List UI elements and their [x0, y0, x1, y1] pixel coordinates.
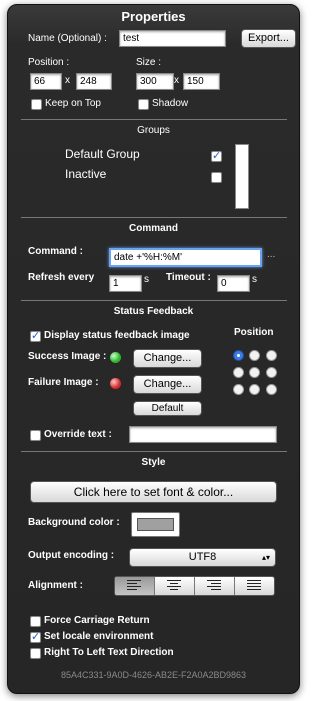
- alignment-segmented-control[interactable]: [114, 576, 275, 596]
- timeout-input[interactable]: 0: [217, 275, 250, 292]
- position-x-input[interactable]: 66: [30, 73, 62, 90]
- background-color-swatch: [137, 518, 174, 531]
- command-header: Command: [129, 223, 178, 234]
- uuid-label: 85A4C331-9A0D-4626-AB2E-F2A0A2BD9863: [60, 670, 247, 680]
- command-label: Command :: [28, 246, 83, 257]
- size-label: Size :: [136, 57, 162, 68]
- align-center-icon[interactable]: [154, 577, 194, 595]
- position-label: Position :: [28, 57, 70, 68]
- command-input[interactable]: date +'%H:%M': [109, 248, 262, 267]
- output-encoding-select[interactable]: UTF8 ▴▾: [129, 548, 276, 567]
- display-status-label: Display status feedback image: [44, 330, 190, 341]
- timeout-label: Timeout :: [166, 272, 211, 283]
- output-encoding-label: Output encoding :: [28, 550, 115, 561]
- window-title: Properties: [121, 9, 186, 24]
- set-locale-checkbox[interactable]: [30, 630, 41, 643]
- position-radio-middle-right[interactable]: [266, 367, 277, 378]
- shadow-checkbox[interactable]: [138, 99, 149, 110]
- size-width-input[interactable]: 300: [136, 73, 174, 90]
- position-radio-bottom-right[interactable]: [266, 384, 277, 395]
- group-item-inactive-label: Inactive: [65, 167, 107, 181]
- divider: [21, 217, 287, 218]
- background-color-well[interactable]: [131, 512, 180, 537]
- default-button[interactable]: Default: [133, 401, 202, 416]
- force-cr-label: Force Carriage Return: [44, 615, 150, 626]
- set-font-color-button[interactable]: Click here to set font & color...: [30, 481, 277, 503]
- groups-scrollbar[interactable]: [235, 144, 249, 209]
- rtl-label: Right To Left Text Direction: [44, 647, 174, 658]
- align-justify-icon[interactable]: [234, 577, 274, 595]
- name-label: Name (Optional) :: [28, 33, 107, 44]
- override-text-input[interactable]: [129, 426, 277, 443]
- display-status-checkbox[interactable]: [30, 329, 41, 342]
- alignment-label: Alignment :: [28, 580, 83, 591]
- group-item-default-label: Default Group: [65, 147, 140, 161]
- divider: [21, 300, 287, 301]
- timeout-unit: s: [252, 274, 257, 285]
- background-color-label: Background color :: [28, 517, 120, 528]
- refresh-unit: s: [144, 274, 149, 285]
- divider: [21, 451, 287, 452]
- shadow-label: Shadow: [152, 98, 189, 109]
- position-radio-top-left[interactable]: [233, 350, 244, 361]
- keep-on-top-checkbox[interactable]: [31, 99, 42, 110]
- name-input[interactable]: test: [119, 30, 226, 47]
- position-radio-middle-left[interactable]: [233, 367, 244, 378]
- style-header: Style: [141, 457, 166, 468]
- rtl-checkbox[interactable]: [30, 648, 41, 659]
- position-radio-top-center[interactable]: [249, 350, 260, 361]
- properties-window: Properties Name (Optional) : test Export…: [7, 4, 300, 694]
- success-change-button[interactable]: Change...: [133, 349, 202, 368]
- align-right-icon[interactable]: [194, 577, 234, 595]
- size-x-separator: x: [174, 75, 179, 86]
- position-radio-bottom-left[interactable]: [233, 384, 244, 395]
- failure-status-icon: [110, 378, 121, 389]
- override-text-checkbox[interactable]: [30, 430, 41, 441]
- command-more-button[interactable]: ...: [267, 249, 275, 260]
- select-arrows-icon: ▴▾: [261, 553, 270, 562]
- success-image-label: Success Image :: [28, 351, 107, 362]
- status-feedback-header: Status Feedback: [113, 306, 194, 317]
- size-height-input[interactable]: 150: [183, 73, 220, 90]
- position-radio-top-right[interactable]: [266, 350, 277, 361]
- refresh-label: Refresh every: [28, 272, 95, 283]
- failure-image-label: Failure Image :: [28, 377, 99, 388]
- group-item-default-checkbox[interactable]: [211, 149, 222, 162]
- position-radio-middle-center[interactable]: [249, 367, 260, 378]
- groups-header: Groups: [137, 125, 170, 136]
- position-y-input[interactable]: 248: [76, 73, 112, 90]
- divider: [21, 119, 287, 120]
- group-item-inactive-checkbox[interactable]: [211, 172, 222, 183]
- position-radio-bottom-center[interactable]: [249, 384, 260, 395]
- failure-change-button[interactable]: Change...: [133, 375, 202, 394]
- keep-on-top-label: Keep on Top: [45, 98, 101, 109]
- position-grid-label: Position: [234, 327, 274, 338]
- force-cr-checkbox[interactable]: [30, 616, 41, 627]
- export-button[interactable]: Export...: [241, 29, 296, 48]
- output-encoding-value: UTF8: [188, 551, 217, 563]
- position-x-separator: x: [65, 75, 70, 86]
- set-locale-label: Set locale environment: [44, 631, 154, 642]
- align-left-icon[interactable]: [115, 577, 154, 595]
- refresh-input[interactable]: 1: [109, 275, 142, 292]
- success-status-icon: [110, 352, 121, 363]
- override-text-label: Override text :: [44, 429, 112, 440]
